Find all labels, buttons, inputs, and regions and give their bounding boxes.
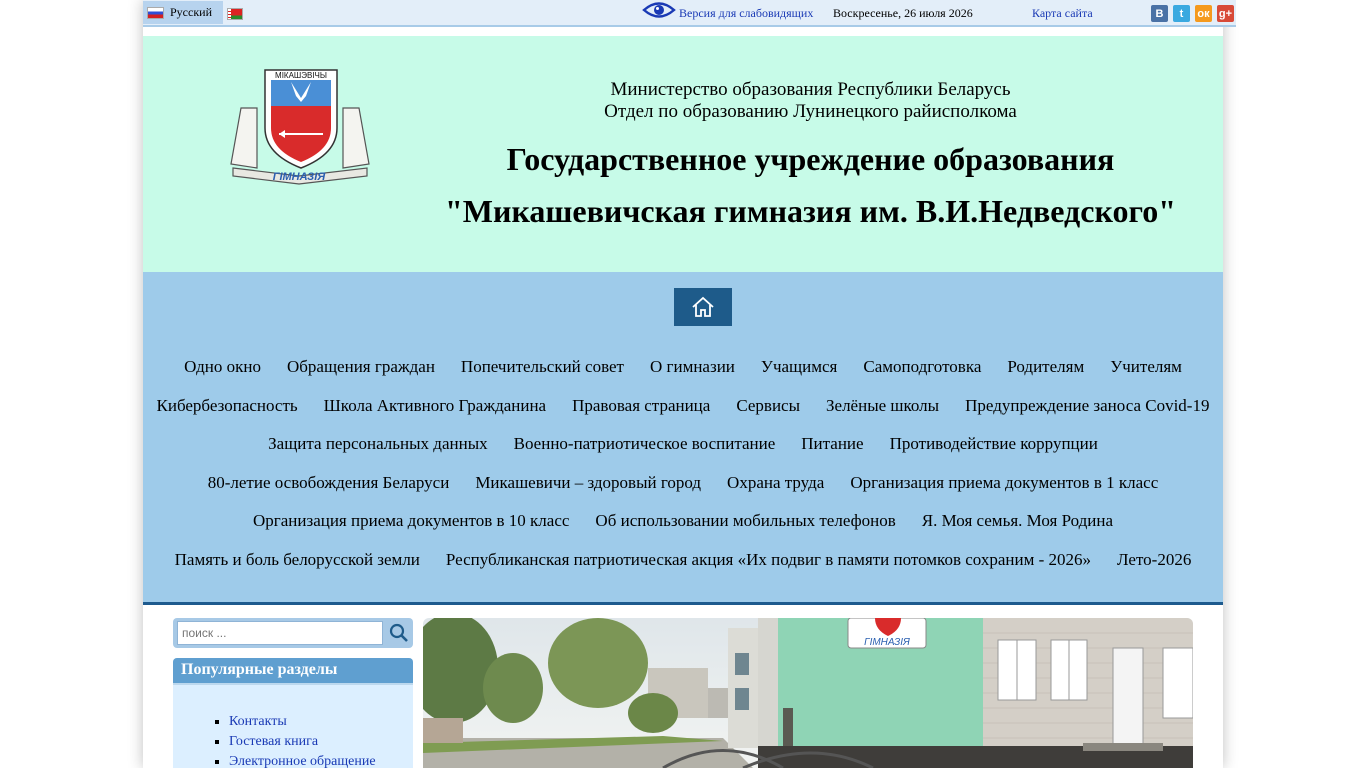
nav-item[interactable]: Предупреждение заноса Covid-19 [952, 396, 1222, 435]
nav-item[interactable]: Охрана труда [714, 473, 837, 512]
department-title: Отдел по образованию Лунинецкого райиспо… [604, 101, 1017, 122]
nav-item[interactable]: 80-летие освобождения Беларуси [195, 473, 463, 512]
nav-item[interactable]: О гимназии [637, 357, 748, 396]
nav-item[interactable]: Микашевичи – здоровый город [462, 473, 714, 512]
eye-icon[interactable] [642, 0, 676, 20]
nav-item[interactable]: Противодействие коррупции [877, 434, 1111, 473]
nav-item[interactable]: Обращения граждан [274, 357, 448, 396]
belarusian-flag-icon[interactable] [228, 9, 242, 19]
institution-title: Государственное учреждение образования [506, 141, 1115, 177]
nav-item[interactable]: Зелёные школы [813, 396, 952, 435]
electronic-appeal-link[interactable]: Электронное обращение [229, 754, 376, 768]
gymnasium-crest-logo[interactable]: МІКАШЭВІЧЫ ГІМНАЗІЯ [227, 68, 373, 186]
nav-item[interactable]: Я. Моя семья. Моя Родина [909, 511, 1126, 550]
list-item: Гостевая книга [229, 732, 376, 752]
nav-item[interactable]: Военно-патриотическое воспитание [501, 434, 789, 473]
nav-item[interactable]: Правовая страница [559, 396, 723, 435]
nav-item[interactable]: Одно окно [171, 357, 274, 396]
nav-item[interactable]: Учащимся [748, 357, 850, 396]
home-icon [692, 296, 714, 317]
vk-share-icon[interactable]: В [1151, 5, 1168, 22]
nav-item[interactable]: Организация приема документов в 1 класс [837, 473, 1171, 512]
nav-item[interactable]: Попечительский совет [448, 357, 637, 396]
nav-item[interactable]: Родителям [994, 357, 1097, 396]
top-bar: Русский Версия для слабовидящих Воскресе… [143, 0, 1236, 27]
list-item: Электронное обращение [229, 752, 376, 768]
nav-item[interactable]: Самоподготовка [850, 357, 994, 396]
site-header: МІКАШЭВІЧЫ ГІМНАЗІЯ Министерство образов… [143, 36, 1223, 272]
nav-row: Защита персональных данных Военно-патриот… [143, 434, 1223, 473]
nav-item[interactable]: Учителям [1097, 357, 1195, 396]
nav-row: Память и боль белорусской земли Республик… [143, 550, 1223, 589]
list-item: Контакты [229, 712, 376, 732]
nav-item[interactable]: Память и боль белорусской земли [162, 550, 433, 589]
nav-item[interactable]: Защита персональных данных [255, 434, 500, 473]
contacts-link[interactable]: Контакты [229, 714, 287, 729]
nav-row: Кибербезопасность Школа Активного Граждан… [143, 396, 1223, 435]
popular-sections-title: Популярные разделы [173, 658, 413, 685]
nav-item[interactable]: Кибербезопасность [144, 396, 311, 435]
home-button[interactable] [674, 288, 732, 326]
search-icon[interactable] [386, 621, 411, 645]
sitemap-link[interactable]: Карта сайта [1032, 6, 1093, 21]
nav-item[interactable]: Питание [788, 434, 876, 473]
low-vision-link[interactable]: Версия для слабовидящих [679, 6, 813, 21]
nav-item[interactable]: Сервисы [723, 396, 813, 435]
popular-sections-list: Контакты Гостевая книга Электронное обра… [229, 712, 376, 768]
nav-item[interactable]: Республиканская патриотическая акция «Их… [433, 550, 1104, 589]
nav-item[interactable]: Об использовании мобильных телефонов [582, 511, 908, 550]
search-input[interactable] [177, 621, 383, 645]
twitter-share-icon[interactable]: t [1173, 5, 1190, 22]
crest-bottom-text: ГІМНАЗІЯ [273, 171, 327, 183]
nav-item[interactable]: Школа Активного Гражданина [311, 396, 559, 435]
photo-sign-text: ГІМНАЗІЯ [864, 637, 910, 648]
nav-item[interactable]: Лето-2026 [1104, 550, 1204, 589]
guestbook-link[interactable]: Гостевая книга [229, 734, 318, 749]
language-label: Русский [170, 5, 212, 19]
page: Русский Версия для слабовидящих Воскресе… [143, 0, 1236, 768]
odnoklassniki-share-icon[interactable]: ок [1195, 5, 1212, 22]
nav-menu: Одно окно Обращения граждан Попечительский… [143, 357, 1223, 588]
nav-row: Организация приема документов в 10 класс… [143, 511, 1223, 550]
search-box [173, 618, 413, 648]
nav-row: 80-летие освобождения Беларуси Микашевичи… [143, 473, 1223, 512]
russian-flag-icon [148, 7, 163, 18]
language-selector[interactable]: Русский [143, 1, 223, 24]
nav-item[interactable]: Организация приема документов в 10 класс [240, 511, 582, 550]
nav-row: Одно окно Обращения граждан Попечительский… [143, 357, 1223, 396]
crest-top-text: МІКАШЭВІЧЫ [275, 71, 327, 80]
gymnasium-name: "Микашевичская гимназия им. В.И.Недведск… [445, 193, 1176, 229]
google-plus-share-icon[interactable]: g+ [1217, 5, 1234, 22]
main-navigation: Одно окно Обращения граждан Попечительский… [143, 272, 1223, 605]
popular-sections-panel: Популярные разделы Контакты Гостевая кни… [173, 658, 413, 768]
current-date: Воскресенье, 26 июля 2026 [833, 6, 973, 20]
gymnasium-building-photo: ГІМНАЗІЯ [423, 618, 1193, 768]
ministry-title: Министерство образования Республики Бела… [610, 79, 1011, 100]
